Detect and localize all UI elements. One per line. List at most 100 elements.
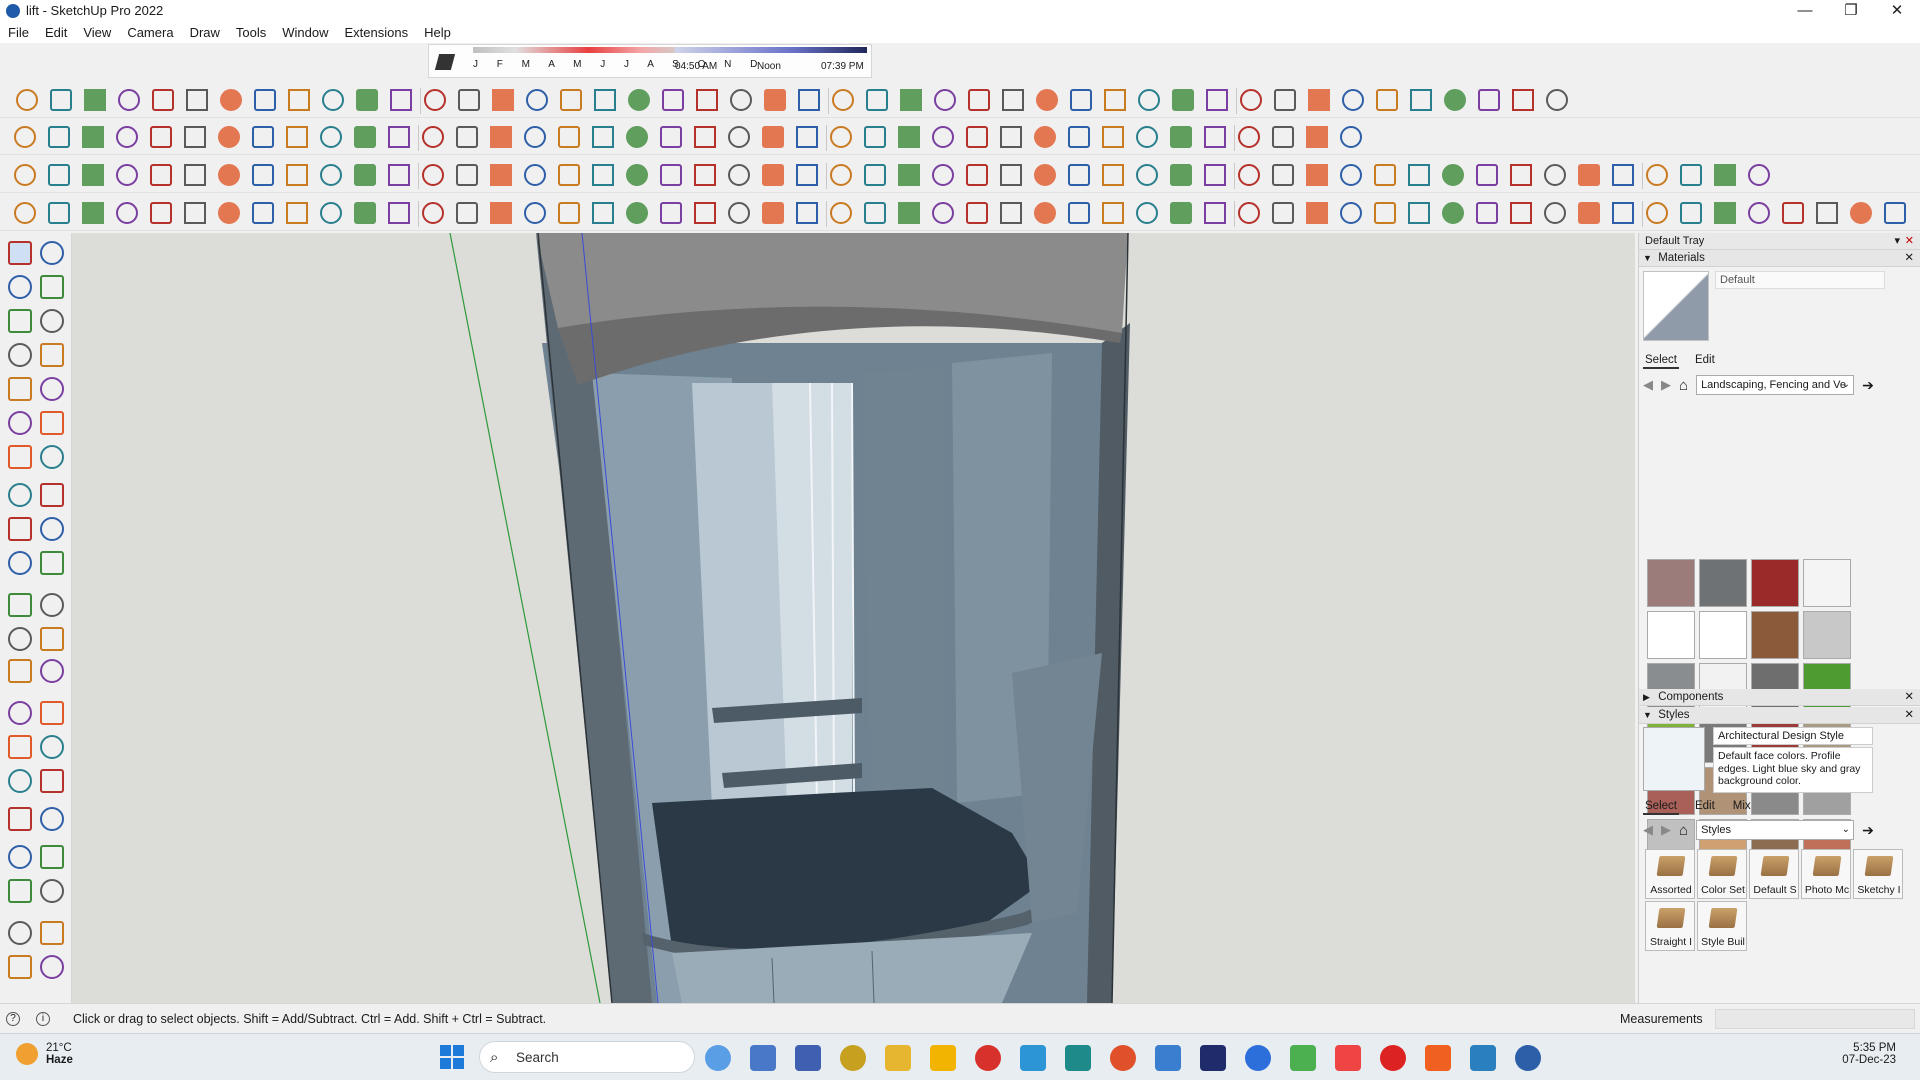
toolbar-tool-icon[interactable]: [492, 89, 514, 111]
toolbar-tool-icon[interactable]: [1070, 89, 1092, 111]
toolbar-tool-icon[interactable]: [1510, 202, 1532, 224]
left-tool-icon[interactable]: [40, 593, 64, 617]
toolbar-tool-icon[interactable]: [1340, 202, 1362, 224]
toolbar-tool-icon[interactable]: [490, 126, 512, 148]
left-tool-icon[interactable]: [8, 845, 32, 869]
toolbar-tool-icon[interactable]: [1408, 164, 1430, 186]
toolbar-tool-icon[interactable]: [762, 126, 784, 148]
toolbar-tool-icon[interactable]: [1374, 202, 1396, 224]
forward-arrow-icon[interactable]: ▶: [1661, 822, 1671, 838]
toolbar-tool-icon[interactable]: [1544, 202, 1566, 224]
toolbar-tool-icon[interactable]: [1068, 164, 1090, 186]
toolbar-tool-icon[interactable]: [286, 126, 308, 148]
styles-header[interactable]: ▼ Styles ✕: [1639, 707, 1920, 724]
toolbar-tool-icon[interactable]: [118, 89, 140, 111]
toolbar-tool-icon[interactable]: [286, 164, 308, 186]
left-tool-icon[interactable]: [8, 921, 32, 945]
taskbar-app-icon[interactable]: [1065, 1045, 1091, 1071]
taskbar-app-icon[interactable]: [1155, 1045, 1181, 1071]
toolbar-tool-icon[interactable]: [1034, 164, 1056, 186]
toolbar-tool-icon[interactable]: [1272, 126, 1294, 148]
home-icon[interactable]: ⌂: [1679, 377, 1688, 394]
taskbar-app-icon[interactable]: [1290, 1045, 1316, 1071]
toolbar-tool-icon[interactable]: [830, 126, 852, 148]
toolbar-tool-icon[interactable]: [1238, 202, 1260, 224]
toolbar-tool-icon[interactable]: [594, 89, 616, 111]
taskbar-app-icon[interactable]: [1200, 1045, 1226, 1071]
toolbar-tool-icon[interactable]: [1102, 202, 1124, 224]
toolbar-tool-icon[interactable]: [388, 202, 410, 224]
toolbar-tool-icon[interactable]: [422, 126, 444, 148]
taskbar-app-icon[interactable]: [975, 1045, 1001, 1071]
style-collection-select[interactable]: Styles ⌄: [1696, 820, 1855, 840]
menu-help[interactable]: Help: [416, 25, 459, 40]
toolbar-tool-icon[interactable]: [218, 126, 240, 148]
model-viewport[interactable]: [72, 233, 1635, 1003]
toolbar-tool-icon[interactable]: [830, 164, 852, 186]
toolbar-tool-icon[interactable]: [1850, 202, 1872, 224]
toolbar-tool-icon[interactable]: [388, 126, 410, 148]
material-swatch[interactable]: [1803, 559, 1851, 607]
toolbar-tool-icon[interactable]: [966, 126, 988, 148]
tray-close-icon[interactable]: ✕: [1905, 233, 1914, 250]
toolbar-tool-icon[interactable]: [320, 202, 342, 224]
toolbar-tool-icon[interactable]: [626, 126, 648, 148]
toolbar-tool-icon[interactable]: [1342, 89, 1364, 111]
toolbar-tool-icon[interactable]: [932, 164, 954, 186]
left-tool-icon[interactable]: [8, 659, 32, 683]
toolbar-tool-icon[interactable]: [728, 126, 750, 148]
tab-mix[interactable]: Mix: [1731, 799, 1753, 815]
toolbar-tool-icon[interactable]: [1680, 202, 1702, 224]
left-tool-icon[interactable]: [8, 445, 32, 469]
left-tool-icon[interactable]: [40, 659, 64, 683]
toolbar-tool-icon[interactable]: [592, 202, 614, 224]
toolbar-tool-icon[interactable]: [354, 164, 376, 186]
toolbar-tool-icon[interactable]: [1068, 126, 1090, 148]
toolbar-tool-icon[interactable]: [458, 89, 480, 111]
toolbar-tool-icon[interactable]: [1410, 89, 1432, 111]
toolbar-tool-icon[interactable]: [14, 164, 36, 186]
material-collection-select[interactable]: Landscaping, Fencing and Ve ⌄: [1696, 375, 1855, 395]
style-folder[interactable]: Default S: [1749, 849, 1799, 899]
toolbar-tool-icon[interactable]: [1476, 202, 1498, 224]
toolbar-tool-icon[interactable]: [1170, 164, 1192, 186]
toolbar-tool-icon[interactable]: [1510, 164, 1532, 186]
taskbar-app-icon[interactable]: [1020, 1045, 1046, 1071]
toolbar-tool-icon[interactable]: [1612, 164, 1634, 186]
toolbar-tool-icon[interactable]: [184, 164, 206, 186]
left-tool-icon[interactable]: [40, 551, 64, 575]
left-tool-icon[interactable]: [8, 377, 32, 401]
left-tool-icon[interactable]: [40, 735, 64, 759]
components-close-icon[interactable]: ✕: [1904, 689, 1914, 706]
left-tool-icon[interactable]: [40, 921, 64, 945]
toolbar-tool-icon[interactable]: [14, 126, 36, 148]
toolbar-tool-icon[interactable]: [116, 202, 138, 224]
style-folder[interactable]: Assorted: [1645, 849, 1695, 899]
toolbar-tool-icon[interactable]: [524, 202, 546, 224]
left-tool-icon[interactable]: [8, 879, 32, 903]
select-tool-icon[interactable]: [8, 241, 32, 265]
material-swatch[interactable]: [1751, 611, 1799, 659]
toolbar-tool-icon[interactable]: [1272, 202, 1294, 224]
toolbar-tool-icon[interactable]: [1104, 89, 1126, 111]
left-tool-icon[interactable]: [40, 411, 64, 435]
toolbar-tool-icon[interactable]: [524, 164, 546, 186]
tab-edit[interactable]: Edit: [1693, 799, 1717, 815]
toolbar-tool-icon[interactable]: [152, 89, 174, 111]
toolbar-tool-icon[interactable]: [220, 89, 242, 111]
material-swatch[interactable]: [1699, 611, 1747, 659]
toolbar-tool-icon[interactable]: [592, 126, 614, 148]
toolbar-tool-icon[interactable]: [1782, 202, 1804, 224]
taskbar-app-icon[interactable]: [1245, 1045, 1271, 1071]
toolbar-tool-icon[interactable]: [218, 202, 240, 224]
toolbar-tool-icon[interactable]: [286, 202, 308, 224]
toolbar-tool-icon[interactable]: [660, 202, 682, 224]
left-tool-icon[interactable]: [40, 445, 64, 469]
details-arrow-icon[interactable]: ➔: [1862, 377, 1874, 394]
toolbar-tool-icon[interactable]: [82, 164, 104, 186]
toolbar-tool-icon[interactable]: [184, 126, 206, 148]
taskbar-app-icon[interactable]: [1335, 1045, 1361, 1071]
taskbar-app-icon[interactable]: [705, 1045, 731, 1071]
toolbar-tool-icon[interactable]: [830, 202, 852, 224]
toolbar-tool-icon[interactable]: [900, 89, 922, 111]
